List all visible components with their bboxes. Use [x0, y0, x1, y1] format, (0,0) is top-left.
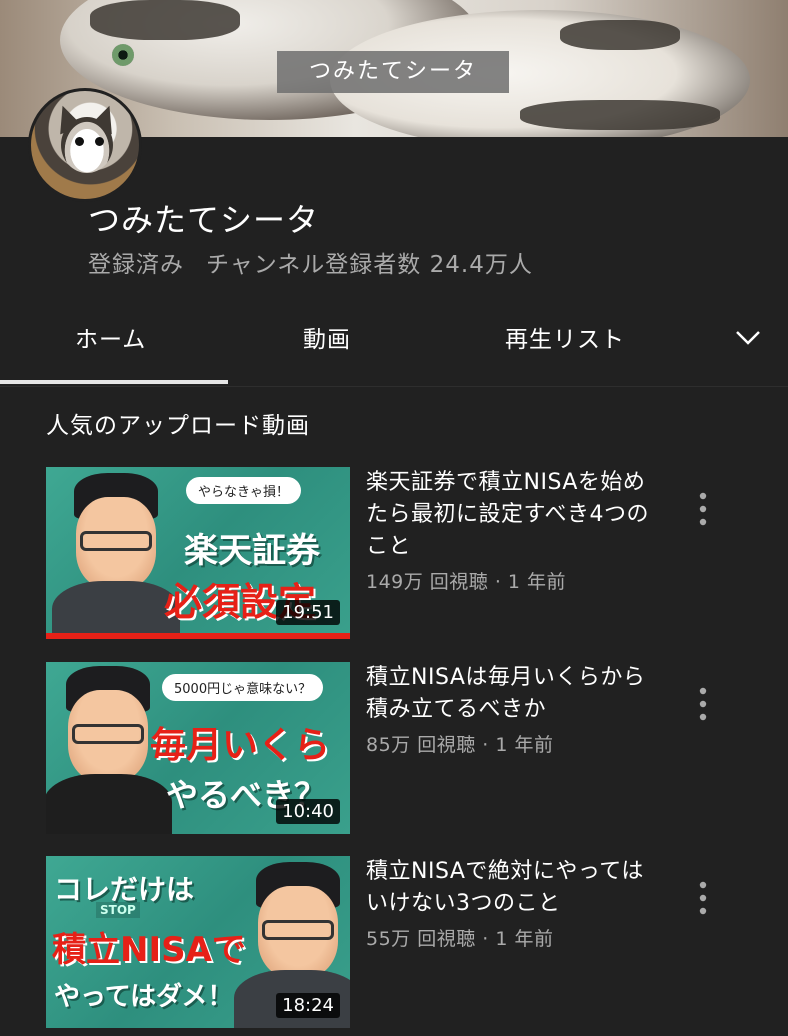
tab-selected-indicator: [0, 380, 228, 384]
avatar-eye: [75, 137, 84, 146]
watch-progress-bar: [46, 633, 350, 639]
banner-cat-stripe: [560, 20, 680, 50]
thumbnail-headline: 積立NISAで: [52, 930, 246, 970]
channel-avatar[interactable]: [28, 88, 142, 202]
thumbnail-stop-sign: STOP: [96, 902, 140, 918]
channel-name: つみたてシータ: [88, 201, 320, 239]
video-duration: 19:51: [276, 600, 340, 625]
tab-home[interactable]: ホーム: [75, 320, 146, 354]
subscriber-count: チャンネル登録者数 24.4万人: [206, 252, 533, 278]
thumbnail-headline: 楽天証券: [184, 531, 320, 571]
video-meta: 55万 回視聴 · 1 年前: [366, 928, 554, 950]
video-thumbnail[interactable]: コレだけは STOP 積立NISAで やってはダメ！ 18:24: [46, 856, 350, 1028]
video-duration: 10:40: [276, 799, 340, 824]
channel-tabs: ホーム 動画 再生リスト: [0, 300, 788, 387]
tab-videos[interactable]: 動画: [303, 320, 351, 354]
channel-meta: 登録済み チャンネル登録者数 24.4万人: [88, 245, 533, 279]
avatar-cat-face: [61, 117, 113, 173]
video-meta: 85万 回視聴 · 1 年前: [366, 734, 554, 756]
thumbnail-headline: 毎月いくら: [150, 725, 331, 766]
banner-cat-stripe: [90, 0, 240, 40]
tab-playlists[interactable]: 再生リスト: [505, 320, 625, 354]
thumbnail-headline: やってはダメ！: [54, 982, 234, 1012]
thumbnail-avatar-figure: [52, 473, 180, 639]
video-meta: 149万 回視聴 · 1 年前: [366, 571, 567, 593]
video-item[interactable]: 5000円じゃ意味ない？ 毎月いくら やるべき？ 10:40 積立NISAは毎月…: [0, 662, 788, 842]
video-item[interactable]: やらなきゃ損！ 楽天証券 必須設定 19:51 楽天証券で積立NISAを始めたら…: [0, 467, 788, 647]
video-thumbnail[interactable]: 5000円じゃ意味ない？ 毎月いくら やるべき？ 10:40: [46, 662, 350, 834]
video-title[interactable]: 楽天証券で積立NISAを始めたら最初に設定すべき4つのこと: [366, 467, 656, 563]
more-vert-icon[interactable]: [696, 880, 710, 916]
video-item[interactable]: コレだけは STOP 積立NISAで やってはダメ！ 18:24 積立NISAで…: [0, 856, 788, 1036]
banner-cat-eye: [112, 44, 134, 66]
video-thumbnail[interactable]: やらなきゃ損！ 楽天証券 必須設定 19:51: [46, 467, 350, 639]
subscribed-status[interactable]: 登録済み: [88, 252, 184, 278]
more-vert-icon[interactable]: [696, 491, 710, 527]
avatar-eye: [95, 137, 104, 146]
section-title: 人気のアップロード動画: [46, 413, 310, 439]
video-title[interactable]: 積立NISAは毎月いくらから積み立てるべきか: [366, 662, 656, 726]
video-duration: 18:24: [276, 993, 340, 1018]
thumbnail-avatar-figure: [46, 666, 172, 834]
banner-label: つみたてシータ: [277, 51, 509, 93]
chevron-down-icon[interactable]: [735, 330, 761, 346]
banner-cat-stripe: [520, 100, 720, 130]
thumbnail-tag: やらなきゃ損！: [186, 477, 302, 504]
more-vert-icon[interactable]: [696, 686, 710, 722]
video-title[interactable]: 積立NISAで絶対にやってはいけない3つのこと: [366, 856, 656, 920]
thumbnail-tag: 5000円じゃ意味ない？: [162, 674, 324, 701]
